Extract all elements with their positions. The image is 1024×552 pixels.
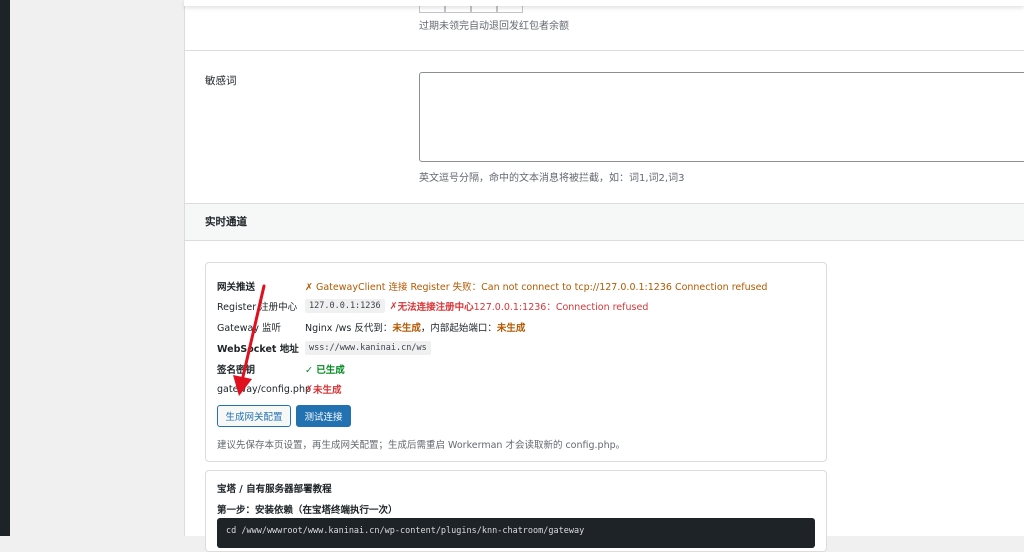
signing-key-status: ✓ 已生成 xyxy=(305,365,345,376)
cross-icon: ✗ xyxy=(389,300,398,312)
gateway-listen-middle: ，内部起始端口： xyxy=(420,323,497,334)
row-divider xyxy=(185,50,1024,51)
install-command-code: cd /www/wwwroot/www.kaninai.cn/wp-conten… xyxy=(217,518,815,548)
register-status: 无法连接注册中心 xyxy=(397,302,474,313)
gateway-port-status: 未生成 xyxy=(496,323,526,334)
status-row-register: Register 注册中心 127.0.0.1:1236 ✗ 无法连接注册中心 … xyxy=(217,299,648,313)
annotation-arrow-icon xyxy=(233,284,266,396)
section-header xyxy=(185,203,1024,241)
websocket-url: wss://www.kaninai.cn/ws xyxy=(305,341,431,355)
cross-icon: ✗ xyxy=(305,383,313,395)
config-file-status: 未生成 xyxy=(312,385,342,396)
gateway-listen-prefix: Nginx /ws 反代到： xyxy=(305,323,393,334)
gateway-note: 建议先保存本页设置，再生成网关配置；生成后需重启 Workerman 才会读取新… xyxy=(217,440,626,451)
register-detail: 127.0.0.1:1236：Connection refused xyxy=(473,302,649,313)
left-gutter xyxy=(10,0,184,536)
generate-config-button[interactable]: 生成网关配置 xyxy=(217,405,291,427)
sensitive-words-textarea[interactable] xyxy=(419,72,1024,162)
gateway-listen-status: 未生成 xyxy=(392,323,421,334)
realtime-section-title: 实时通道 xyxy=(205,216,247,228)
gateway-push-error: ✗ GatewayClient 连接 Register 失败：Can not c… xyxy=(305,282,768,293)
test-connection-button[interactable]: 测试连接 xyxy=(296,405,351,427)
red-packet-hint: 过期未领完自动退回发红包者余额 xyxy=(419,21,569,32)
tutorial-step-1: 第一步：安装依赖（在宝塔终端执行一次） xyxy=(217,505,398,516)
admin-sidebar-strip xyxy=(0,0,10,536)
sensitive-words-hint: 英文逗号分隔，命中的文本消息将被拦截，如：词1,词2,词3 xyxy=(419,173,685,184)
sensitive-words-label: 敏感词 xyxy=(205,75,237,87)
tutorial-title: 宝塔 / 自有服务器部署教程 xyxy=(217,484,332,495)
register-address: 127.0.0.1:1236 xyxy=(305,299,385,313)
sticky-header-edge xyxy=(184,0,1024,6)
status-row-gateway-push: 网关推送 ✗ GatewayClient 连接 Register 失败：Can … xyxy=(217,279,767,293)
